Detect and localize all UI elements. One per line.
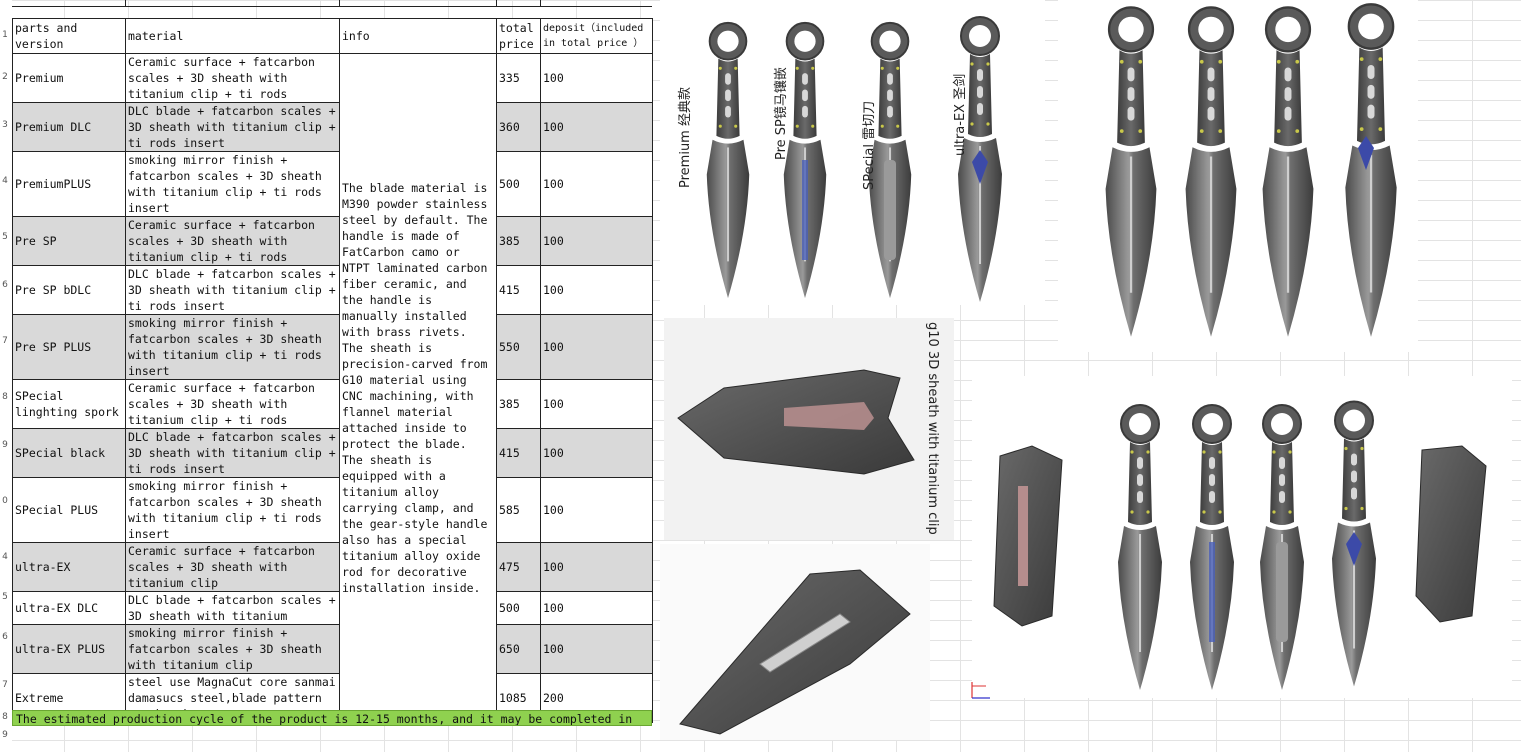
sheath-top-view-image[interactable]: g10 3D sheath with titanium clip <box>664 318 954 540</box>
cell-version[interactable]: Pre SP PLUS <box>12 314 126 380</box>
header-version[interactable]: parts and version <box>12 18 126 54</box>
row-number: 7 <box>2 680 8 690</box>
cell-price[interactable]: 360 <box>496 102 541 152</box>
cell-deposit[interactable]: 100 <box>540 379 653 429</box>
cell-material[interactable]: Ceramic surface + fatcarbon scales + 3D … <box>125 53 340 103</box>
knife-render-small-1 <box>1110 402 1170 692</box>
header-material[interactable]: material <box>125 18 340 54</box>
row-number: 2 <box>2 72 8 82</box>
cell-deposit[interactable]: 100 <box>540 102 653 152</box>
header-info[interactable]: info <box>339 18 497 54</box>
cell-material[interactable]: smoking mirror finish + fatcarbon scales… <box>125 314 340 380</box>
knife-render-large-1 <box>1096 4 1166 339</box>
cell-version[interactable]: SPecial black <box>12 428 126 478</box>
row-number: 1 <box>2 30 8 40</box>
knife-render-small-4 <box>1324 396 1384 691</box>
cell-material[interactable]: DLC blade + fatcarbon scales + 3D sheath… <box>125 428 340 478</box>
cell-material[interactable]: DLC blade + fatcarbon scales + 3D sheath… <box>125 102 340 152</box>
cell-price[interactable]: 475 <box>496 542 541 592</box>
cell-price[interactable]: 500 <box>496 591 541 625</box>
label-sheath: g10 3D sheath with titanium clip <box>925 322 940 535</box>
spreadsheet-canvas[interactable]: parts and version material info total pr… <box>0 0 1521 752</box>
knife-lineup-labeled-image[interactable]: Premium 经典款 Pre SP镜马镶嵌 SPecial 雷切刀 ultra… <box>660 0 1045 305</box>
cell-version[interactable]: ultra-EX <box>12 542 126 592</box>
label-special: SPecial 雷切刀 <box>862 100 877 190</box>
cell-deposit[interactable]: 100 <box>540 151 653 217</box>
row-number: 4 <box>2 552 8 562</box>
cell-price[interactable]: 585 <box>496 477 541 543</box>
sheath-render <box>677 369 915 475</box>
row-number: 7 <box>2 336 8 346</box>
previous-row-strip <box>12 0 652 7</box>
cell-deposit[interactable]: 100 <box>540 591 653 625</box>
cell-version[interactable]: Pre SP <box>12 216 126 266</box>
cell-version[interactable]: Premium DLC <box>12 102 126 152</box>
pre-sp-knife-render <box>775 20 835 300</box>
cell-price[interactable]: 385 <box>496 216 541 266</box>
row-number: 5 <box>2 232 8 242</box>
knife-render-large-2 <box>1176 4 1246 339</box>
cell-deposit[interactable]: 100 <box>540 216 653 266</box>
axis-gizmo-icon <box>971 682 990 699</box>
cell-material[interactable]: DLC blade + fatcarbon scales + 3D sheath… <box>125 591 340 625</box>
cell-price[interactable]: 650 <box>496 624 541 674</box>
knives-with-sheaths-image[interactable] <box>972 376 1512 698</box>
row-number: 9 <box>2 440 8 450</box>
sheath-angled-render <box>679 569 911 735</box>
cell-version[interactable]: Premium <box>12 53 126 103</box>
cell-info[interactable]: The blade material is M390 powder stainl… <box>339 53 497 723</box>
cell-material[interactable]: Ceramic surface + fatcarbon scales + 3D … <box>125 216 340 266</box>
cell-deposit[interactable]: 100 <box>540 53 653 103</box>
cell-deposit[interactable]: 100 <box>540 542 653 592</box>
cell-material[interactable]: Ceramic surface + fatcarbon scales + 3D … <box>125 379 340 429</box>
cell-price[interactable]: 415 <box>496 428 541 478</box>
label-ultra-ex: ultra-EX 圣剑 <box>953 73 968 156</box>
premium-knife-render <box>698 20 758 300</box>
knife-render-small-2 <box>1182 402 1242 692</box>
cell-version[interactable]: ultra-EX DLC <box>12 591 126 625</box>
row-number: 8 <box>2 392 8 402</box>
cell-version[interactable]: SPecial linghting spork <box>12 379 126 429</box>
row-number: 3 <box>2 120 8 130</box>
row-number: 4 <box>2 176 8 186</box>
sheath-angled-image[interactable] <box>660 544 930 740</box>
ultra-ex-knife-render <box>950 14 1010 304</box>
cell-deposit[interactable]: 100 <box>540 265 653 315</box>
cell-material[interactable]: DLC blade + fatcarbon scales + 3D sheath… <box>125 265 340 315</box>
cell-version[interactable]: Pre SP bDLC <box>12 265 126 315</box>
row-number: 8 <box>2 712 8 722</box>
cell-price[interactable]: 415 <box>496 265 541 315</box>
cell-price[interactable]: 550 <box>496 314 541 380</box>
row-number: 9 <box>2 730 8 740</box>
cell-material[interactable]: smoking mirror finish + fatcarbon scales… <box>125 151 340 217</box>
row-number: 5 <box>2 592 8 602</box>
label-pre-sp: Pre SP镜马镶嵌 <box>774 67 789 160</box>
knife-render-small-3 <box>1252 402 1312 692</box>
cell-price[interactable]: 500 <box>496 151 541 217</box>
header-deposit[interactable]: deposit（included in total price ） <box>540 18 653 54</box>
cell-material[interactable]: smoking mirror finish + fatcarbon scales… <box>125 477 340 543</box>
knife-lineup-large-image[interactable] <box>1058 0 1418 352</box>
header-total-price[interactable]: total price <box>496 18 541 54</box>
sheath-pair-render <box>993 445 1487 627</box>
cell-deposit[interactable]: 100 <box>540 477 653 543</box>
price-table: parts and version material info total pr… <box>12 18 653 723</box>
label-premium: Premium 经典款 <box>678 87 693 188</box>
cell-material[interactable]: smoking mirror finish + fatcarbon scales… <box>125 624 340 674</box>
cell-version[interactable]: SPecial PLUS <box>12 477 126 543</box>
row-number: 0 <box>2 496 8 506</box>
cell-deposit[interactable]: 100 <box>540 314 653 380</box>
knife-render-large-3 <box>1253 4 1323 339</box>
cell-version[interactable]: ultra-EX PLUS <box>12 624 126 674</box>
production-note-cell[interactable]: The estimated production cycle of the pr… <box>12 710 652 726</box>
cell-material[interactable]: Ceramic surface + fatcarbon scales + 3D … <box>125 542 340 592</box>
knife-render-large-4 <box>1336 0 1406 340</box>
cell-version[interactable]: PremiumPLUS <box>12 151 126 217</box>
cell-price[interactable]: 335 <box>496 53 541 103</box>
cell-price[interactable]: 385 <box>496 379 541 429</box>
row-number: 6 <box>2 632 8 642</box>
cell-deposit[interactable]: 100 <box>540 428 653 478</box>
row-number: 6 <box>2 280 8 290</box>
cell-deposit[interactable]: 100 <box>540 624 653 674</box>
